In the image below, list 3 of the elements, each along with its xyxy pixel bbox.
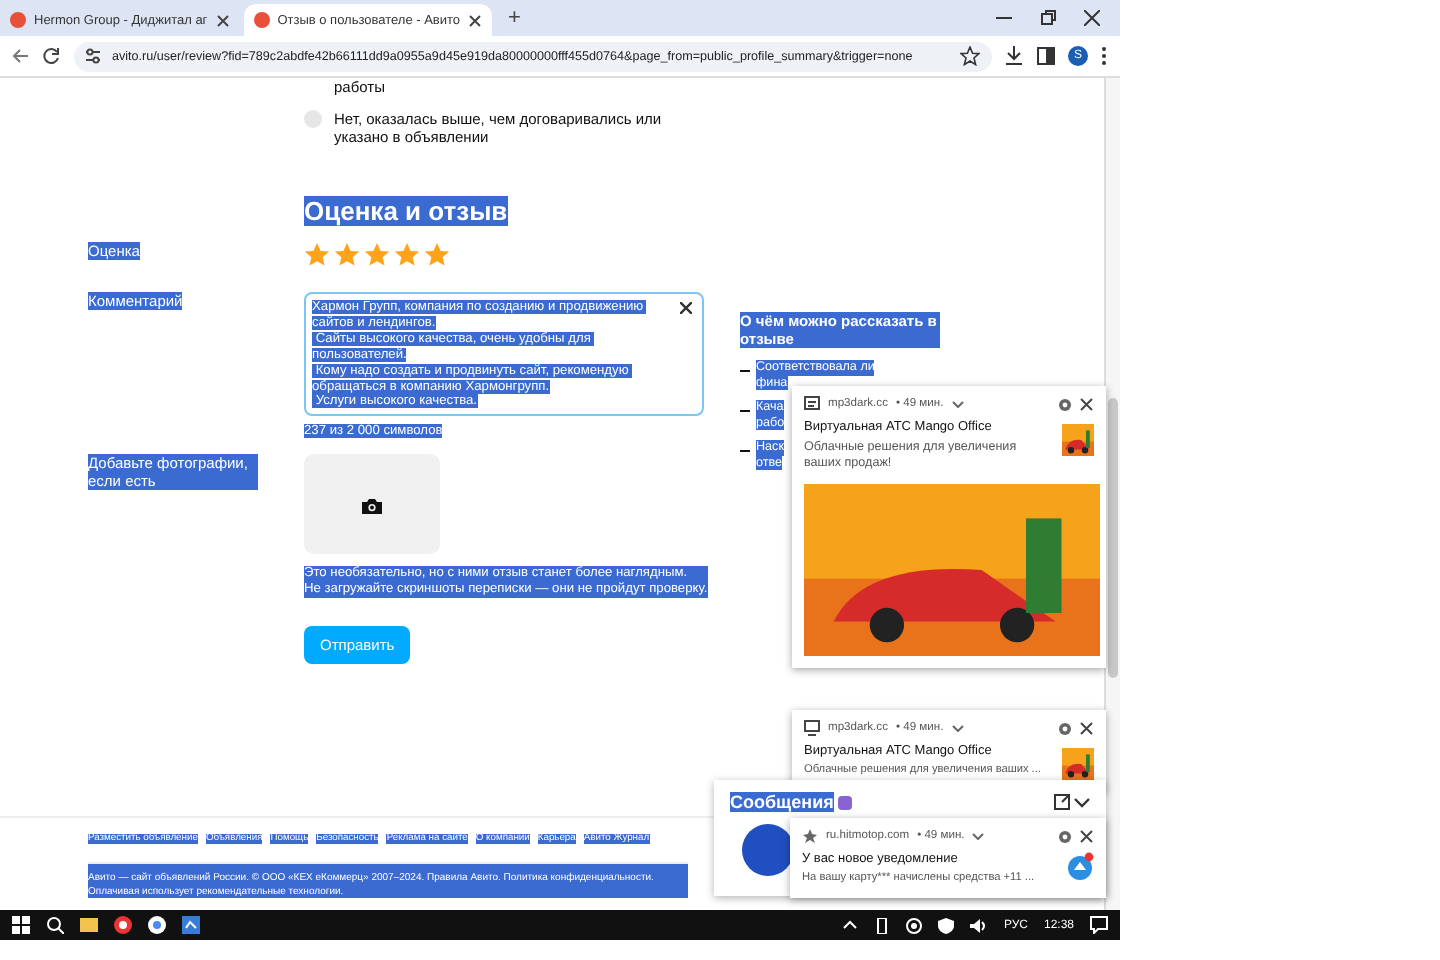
messages-heading: Сообщения bbox=[730, 792, 834, 812]
new-tab-button[interactable]: + bbox=[496, 6, 533, 30]
section-heading: Оценка и отзыв bbox=[304, 196, 508, 226]
